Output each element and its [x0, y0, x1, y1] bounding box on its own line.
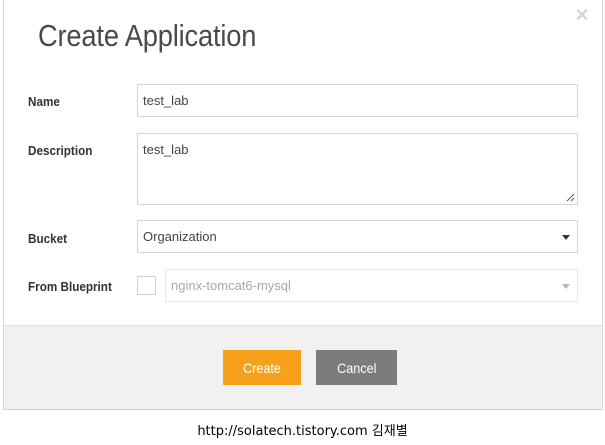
- name-label: Name: [28, 94, 60, 109]
- create-button[interactable]: Create: [223, 350, 301, 385]
- description-textarea[interactable]: test_lab: [137, 133, 578, 205]
- blueprint-selected-value: nginx-tomcat6-mysql: [171, 278, 291, 293]
- bucket-label: Bucket: [28, 231, 68, 246]
- dialog-footer: Create Cancel: [4, 325, 602, 409]
- blueprint-checkbox[interactable]: [137, 276, 156, 295]
- cancel-button-label: Cancel: [336, 359, 377, 376]
- dialog-title: Create Application: [38, 18, 257, 53]
- blueprint-select[interactable]: nginx-tomcat6-mysql: [165, 269, 578, 302]
- name-input[interactable]: test_lab: [137, 84, 578, 117]
- cancel-button[interactable]: Cancel: [316, 350, 397, 385]
- bucket-select[interactable]: Organization: [137, 220, 578, 253]
- close-icon[interactable]: ×: [572, 4, 592, 26]
- bucket-selected-value: Organization: [143, 229, 217, 244]
- caret-down-icon: [562, 284, 570, 289]
- screenshot: × Create Application Name test_lab Descr…: [0, 0, 605, 445]
- blueprint-label: From Blueprint: [28, 279, 112, 294]
- watermark-caption: http://solatech.tistory.com 김재별: [197, 424, 408, 439]
- create-button-label: Create: [243, 359, 281, 376]
- description-label: Description: [28, 143, 93, 158]
- create-application-dialog: × Create Application Name test_lab Descr…: [3, 0, 603, 410]
- caret-down-icon: [562, 235, 570, 240]
- resize-grip-icon[interactable]: [566, 193, 575, 202]
